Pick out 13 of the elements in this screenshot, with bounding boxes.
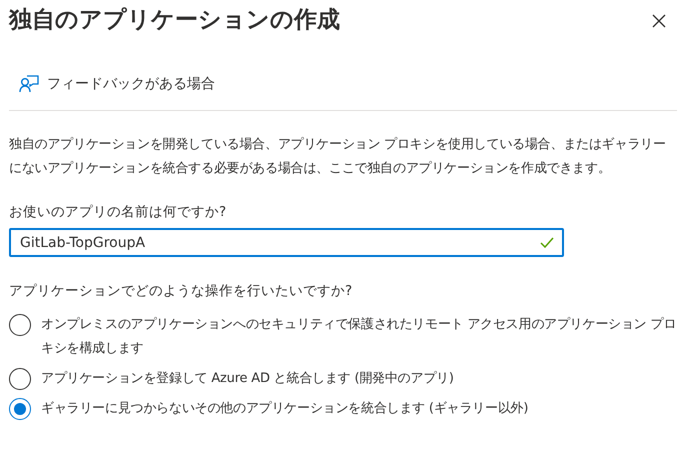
radio-button[interactable] <box>9 314 31 336</box>
name-field[interactable]: GitLab-TopGroupA <box>9 228 564 258</box>
panel-title: 独自のアプリケーションの作成 <box>9 7 340 35</box>
field-label: お使いのアプリの名前は何ですか? <box>9 203 228 222</box>
option-label[interactable]: アプリケーションを登録して Azure AD と統合します (開発中のアプリ) <box>41 366 454 390</box>
feedback-link[interactable]: フィードバックがある場合 <box>9 66 215 102</box>
question-text: アプリケーションでどのような操作を行いたいですか? <box>9 282 354 302</box>
option-label[interactable]: オンプレミスのアプリケーションへのセキュリティで保護されたリモート アクセス用のアプリケーション プロキシを構成します <box>41 312 677 360</box>
option-label[interactable]: ギャラリーに見つからないその他のアプリケーションを統合します (ギャラリー以外) <box>41 396 528 420</box>
person-speech-icon <box>19 75 39 93</box>
radio-button[interactable] <box>9 398 31 420</box>
description-text: 独自のアプリケーションを開発している場合、アプリケーション プロキシを使用している場合、またはギャラリーにないアプリケーションを統合する必要がある場合は、ここで独自のアプリケーションを作成できます。 <box>9 136 667 178</box>
radio-button[interactable] <box>9 368 31 390</box>
